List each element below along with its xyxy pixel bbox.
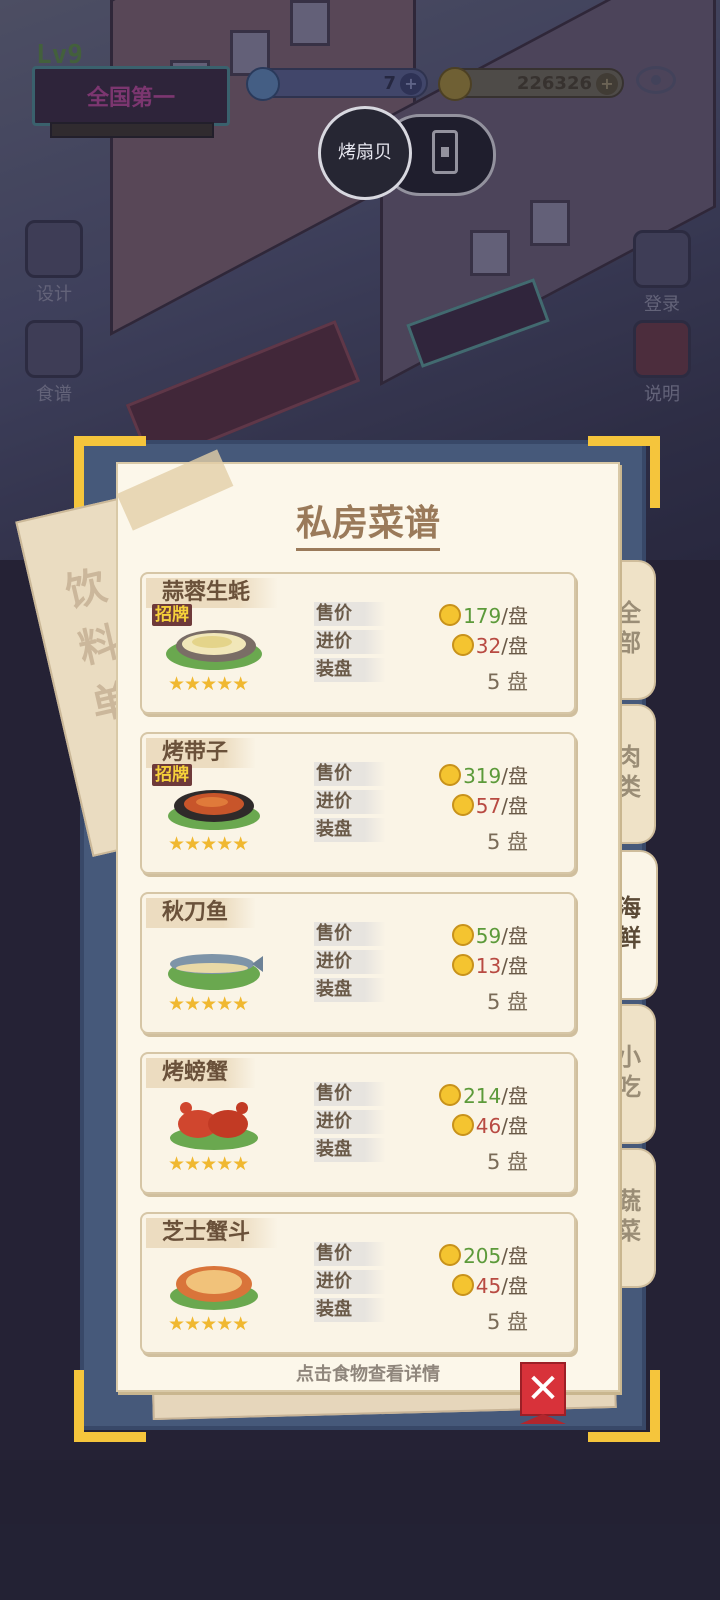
plate-count: 5 盘 (486, 1310, 528, 1334)
cost-price-label: 进价 (314, 1270, 386, 1294)
rating-stars: ★★★★★ (168, 673, 249, 695)
plate-count: 5 盘 (486, 990, 528, 1014)
sell-price-label: 售价 (314, 762, 386, 786)
crab-icon (170, 1102, 258, 1150)
sell-price-label: 售价 (314, 602, 386, 626)
dish-card[interactable]: 烤螃蟹 ★★★★★ 售价 进价 装盘 214/盘 46/盘 5 盘 (140, 1052, 576, 1194)
dish-name: 芝士蟹斗 (146, 1218, 279, 1248)
dish-card[interactable]: 秋刀鱼 ★★★★★ 售价 进价 装盘 59/盘 13/盘 5 盘 (140, 892, 576, 1034)
sell-price: 179/盘 (439, 604, 528, 628)
plate-count: 5 盘 (486, 670, 528, 694)
dish-name: 烤螃蟹 (146, 1058, 257, 1088)
coin-icon (451, 1274, 474, 1296)
dish-card[interactable]: 芝士蟹斗 ★★★★★ 售价 进价 装盘 205/盘 45/盘 5 盘 (140, 1212, 576, 1354)
coin-icon (439, 1244, 462, 1266)
plate-label: 装盘 (314, 818, 386, 842)
rating-stars: ★★★★★ (168, 993, 249, 1015)
sell-price-label: 售价 (314, 1082, 386, 1106)
coin-icon (439, 764, 462, 786)
sell-price: 319/盘 (439, 764, 528, 788)
coin-icon (451, 634, 474, 656)
sell-price-label: 售价 (314, 922, 386, 946)
current-dish-button[interactable]: 烤扇贝 (318, 106, 412, 200)
cost-price-label: 进价 (314, 950, 386, 974)
saury-fish-icon (168, 954, 263, 990)
sell-price-label: 售价 (314, 1242, 386, 1266)
coin-icon (451, 794, 474, 816)
rating-stars: ★★★★★ (168, 1153, 249, 1175)
cost-price-label: 进价 (314, 1110, 386, 1134)
close-icon[interactable]: ✕ (520, 1362, 566, 1416)
sell-price: 59/盘 (451, 924, 528, 948)
coin-icon (439, 1084, 462, 1106)
plate-label: 装盘 (314, 1298, 386, 1322)
cost-price: 13/盘 (451, 954, 528, 978)
dish-name: 秋刀鱼 (146, 898, 257, 928)
plate-count: 5 盘 (486, 830, 528, 854)
plate-label: 装盘 (314, 658, 386, 682)
coin-icon (439, 604, 462, 626)
rating-stars: ★★★★★ (168, 833, 249, 855)
plate-label: 装盘 (314, 1138, 386, 1162)
cost-price: 32/盘 (451, 634, 528, 658)
cost-price: 57/盘 (451, 794, 528, 818)
dish-card[interactable]: 蒜蓉生蚝 招牌 ★★★★★ 售价 进价 装盘 179/盘 32/盘 5 盘 (140, 572, 576, 714)
sell-price: 214/盘 (439, 1084, 528, 1108)
dish-card[interactable]: 烤带子 招牌 ★★★★★ 售价 进价 装盘 319/盘 57/盘 5 盘 (140, 732, 576, 874)
cost-price-label: 进价 (314, 630, 386, 654)
coin-icon (451, 954, 474, 976)
cost-price: 45/盘 (451, 1274, 528, 1298)
cost-price: 46/盘 (451, 1114, 528, 1138)
sell-price: 205/盘 (439, 1244, 528, 1268)
cheese-crab-shell-icon (170, 1266, 258, 1310)
coin-icon (451, 1114, 474, 1136)
coin-icon (451, 924, 474, 946)
plate-label: 装盘 (314, 978, 386, 1002)
rating-stars: ★★★★★ (168, 1313, 249, 1335)
plate-count: 5 盘 (486, 1150, 528, 1174)
cost-price-label: 进价 (314, 790, 386, 814)
scallop-icon (168, 790, 260, 830)
oyster-icon (166, 630, 262, 670)
